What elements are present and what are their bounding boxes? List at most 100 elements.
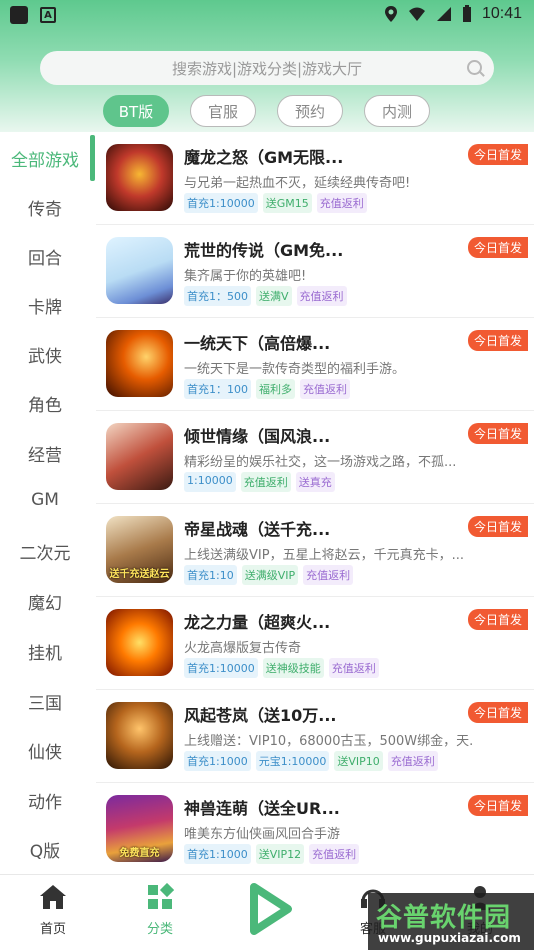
game-tag: 首充1：100 bbox=[184, 379, 251, 399]
game-tag: 送神级技能 bbox=[262, 658, 324, 678]
nav-category-label: 分类 bbox=[146, 922, 173, 937]
nav-play[interactable] bbox=[233, 881, 303, 941]
game-description: 上线送满级VIP，五星上将赵云，千元真充卡，... bbox=[184, 548, 464, 563]
game-list-item[interactable]: 一统天下（高倍爆... 一统天下是一款传奇类型的福利手游。首充1：100 福利多 充值… bbox=[96, 318, 534, 411]
game-icon-caption: 送千充送赵云 bbox=[109, 569, 170, 580]
game-tag: 首充1:10000 bbox=[184, 193, 258, 213]
game-icon-caption: 免费直充 bbox=[119, 848, 160, 859]
battery-icon bbox=[462, 5, 471, 22]
game-title[interactable]: 倾世情缘（国风浪... bbox=[184, 423, 330, 447]
game-tag: 送VIP12 bbox=[255, 844, 305, 864]
category-icon bbox=[148, 882, 175, 909]
game-description: 精彩纷呈的娱乐社交，这一场游戏之路，不孤... bbox=[184, 455, 457, 470]
game-tag: 充值返利 bbox=[296, 286, 347, 306]
game-title[interactable]: 帝星战魂（送千充... bbox=[184, 516, 330, 540]
tab-beta[interactable]: 内测 bbox=[364, 95, 430, 127]
sidebar-item[interactable]: 传奇 bbox=[0, 195, 90, 220]
sidebar-item[interactable]: 魔幻 bbox=[0, 589, 90, 614]
game-title[interactable]: 一统天下（高倍爆... bbox=[184, 330, 330, 354]
game-icon[interactable] bbox=[106, 330, 173, 397]
game-tag: 充值返利 bbox=[316, 193, 367, 213]
game-tag: 充值返利 bbox=[240, 472, 291, 492]
game-tag: 充值返利 bbox=[300, 379, 350, 399]
sidebar-item[interactable]: 角色 bbox=[0, 391, 90, 416]
watermark-text: 谷普软件园 bbox=[376, 903, 512, 933]
clock: 10:41 bbox=[481, 5, 522, 22]
game-icon[interactable]: 免费直充 bbox=[106, 795, 173, 862]
play-icon bbox=[250, 883, 292, 935]
sidebar-item[interactable]: GM bbox=[0, 490, 90, 510]
game-description: 火龙高爆版复古传奇 bbox=[184, 641, 302, 656]
game-tags: 首充1：500 送满V 充值返利 bbox=[184, 286, 347, 306]
launch-badge: 今日首发 bbox=[468, 237, 528, 258]
game-list-item[interactable]: 倾世情缘（国风浪... 精彩纷呈的娱乐社交，这一场游戏之路，不孤... 1:1000… bbox=[96, 411, 534, 504]
category-sidebar: 全部游戏传奇回合卡牌武侠角色经营 GM 二次元魔幻挂机三国仙侠动作 Q版 bbox=[0, 132, 96, 874]
tab-bt[interactable]: BT版 bbox=[103, 95, 169, 127]
home-icon bbox=[40, 885, 66, 909]
game-tag: 1:10000 bbox=[184, 472, 236, 492]
game-tag: 福利多 bbox=[256, 379, 295, 399]
tab-official[interactable]: 官服 bbox=[190, 95, 256, 127]
sidebar-item[interactable]: 武侠 bbox=[0, 342, 90, 367]
game-description: 一统天下是一款传奇类型的福利手游。 bbox=[184, 362, 406, 377]
game-title[interactable]: 风起苍岚（送10万... bbox=[184, 702, 337, 726]
sidebar-item[interactable]: 三国 bbox=[0, 689, 90, 714]
sidebar-item[interactable]: 挂机 bbox=[0, 639, 90, 664]
game-tag: 充值返利 bbox=[328, 658, 379, 678]
sidebar-item[interactable]: 二次元 bbox=[0, 539, 90, 564]
sidebar-item[interactable]: 全部游戏 bbox=[0, 146, 90, 171]
launch-badge: 今日首发 bbox=[468, 516, 528, 537]
game-description: 与兄弟一起热血不灭，延续经典传奇吧! bbox=[184, 176, 411, 191]
game-tags: 首充1:10000 送神级技能 充值返利 bbox=[184, 658, 379, 678]
nav-home[interactable]: 首页 bbox=[18, 883, 88, 937]
game-tag: 首充1:10 bbox=[184, 565, 237, 585]
launch-badge: 今日首发 bbox=[468, 423, 528, 444]
game-list-item[interactable]: 免费直充 神兽连萌（送全UR... 唯美东方仙侠画风回合手游 首充1:1000 送VIP… bbox=[96, 783, 534, 876]
sidebar-item[interactable]: 经营 bbox=[0, 441, 90, 466]
launch-badge: 今日首发 bbox=[468, 795, 528, 816]
game-icon[interactable] bbox=[106, 237, 173, 304]
game-icon[interactable] bbox=[106, 144, 173, 211]
tab-reserve[interactable]: 预约 bbox=[277, 95, 343, 127]
game-tag: 充值返利 bbox=[303, 565, 354, 585]
game-list-item[interactable]: 龙之力量（超爽火... 火龙高爆版复古传奇首充1:10000 送神级技能 充值返利 今日… bbox=[96, 597, 534, 690]
game-tag: 送GM15 bbox=[262, 193, 312, 213]
sidebar-item[interactable]: 回合 bbox=[0, 244, 90, 269]
game-title[interactable]: 魔龙之怒（GM无限... bbox=[184, 144, 343, 168]
game-tags: 1:10000 充值返利 送真充 bbox=[184, 472, 335, 492]
game-tag: 送满级VIP bbox=[241, 565, 299, 585]
game-description: 集齐属于你的英雄吧! bbox=[184, 269, 307, 284]
game-title[interactable]: 神兽连萌（送全UR... bbox=[184, 795, 340, 819]
game-icon[interactable] bbox=[106, 423, 173, 490]
game-icon[interactable]: 送千充送赵云 bbox=[106, 516, 173, 583]
sidebar-item[interactable]: 仙侠 bbox=[0, 738, 90, 763]
game-list-item[interactable]: 风起苍岚（送10万... 上线赠送：VIP10，68000古玉，500W绑金，天.… bbox=[96, 690, 534, 783]
app-notification-icon: A bbox=[40, 7, 56, 23]
game-tag: 首充1:1000 bbox=[184, 751, 251, 771]
game-list-item[interactable]: 送千充送赵云 帝星战魂（送千充... 上线送满级VIP，五星上将赵云，千元真充卡，.… bbox=[96, 504, 534, 597]
notification-icon bbox=[10, 6, 28, 24]
game-icon[interactable] bbox=[106, 609, 173, 676]
sidebar-item[interactable]: Q版 bbox=[0, 837, 90, 862]
game-tags: 首充1:1000 送VIP12 充值返利 bbox=[184, 844, 360, 864]
game-list-item[interactable]: 荒世的传说（GM免... 集齐属于你的英雄吧! 首充1：500 送满V 充值返利 今日首发 bbox=[96, 225, 534, 318]
search-icon[interactable] bbox=[467, 60, 482, 75]
status-bar: A 10:41 bbox=[0, 0, 534, 30]
nav-category[interactable]: 分类 bbox=[125, 882, 195, 937]
sidebar-item[interactable]: 动作 bbox=[0, 788, 90, 813]
game-title[interactable]: 龙之力量（超爽火... bbox=[184, 609, 330, 633]
search-input[interactable]: 搜索游戏|游戏分类|游戏大厅 bbox=[40, 51, 494, 85]
game-tags: 首充1：100 福利多 充值返利 bbox=[184, 379, 350, 399]
game-tags: 首充1:1000 元宝1:10000 送VIP10 充值返利 bbox=[184, 751, 438, 771]
game-list-item[interactable]: 魔龙之怒（GM无限... 与兄弟一起热血不灭，延续经典传奇吧! 首充1:10000 送… bbox=[96, 132, 534, 225]
search-placeholder: 搜索游戏|游戏分类|游戏大厅 bbox=[171, 59, 363, 78]
watermark-logo: 谷普软件园 www.gupuxiazai.com bbox=[368, 893, 534, 950]
game-title[interactable]: 荒世的传说（GM免... bbox=[184, 237, 343, 261]
watermark-url: www.gupuxiazai.com bbox=[378, 931, 521, 945]
sidebar-item[interactable]: 卡牌 bbox=[0, 293, 90, 318]
launch-badge: 今日首发 bbox=[468, 702, 528, 723]
launch-badge: 今日首发 bbox=[468, 609, 528, 630]
game-icon[interactable] bbox=[106, 702, 173, 769]
launch-badge: 今日首发 bbox=[468, 330, 528, 351]
game-tag: 充值返利 bbox=[387, 751, 438, 771]
